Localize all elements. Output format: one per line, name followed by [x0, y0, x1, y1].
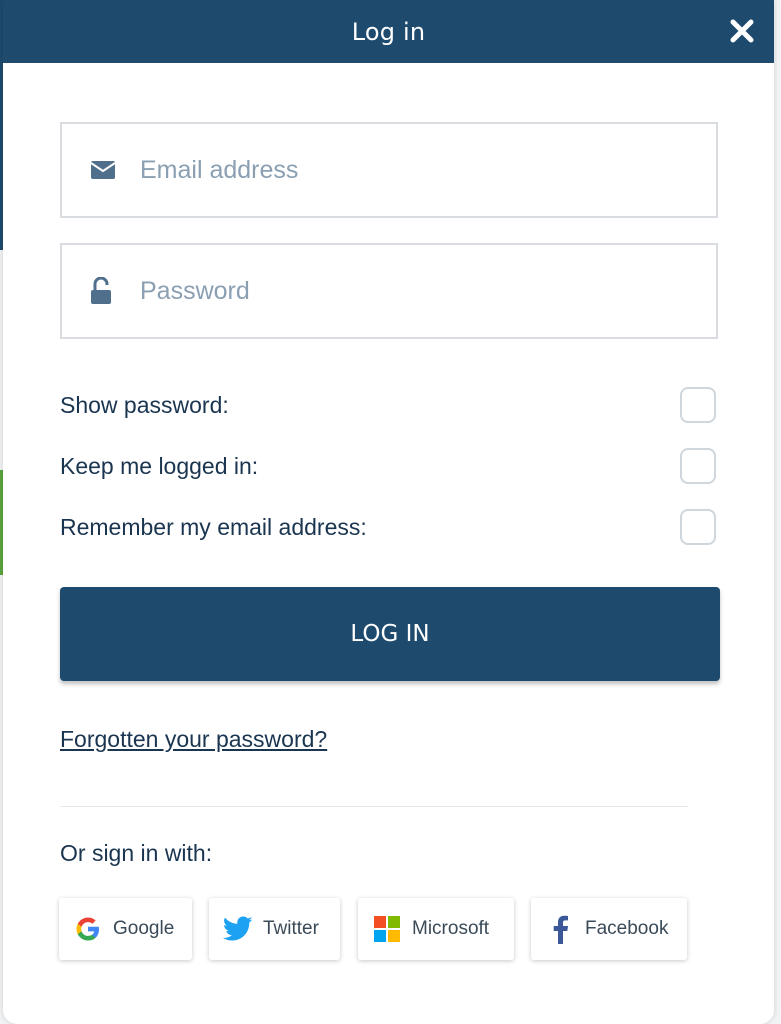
social-heading: Or sign in with:: [60, 840, 213, 866]
email-input[interactable]: [140, 124, 700, 216]
keep-logged-in-checkbox[interactable]: [680, 448, 716, 484]
google-icon: [73, 914, 103, 944]
remember-email-row: Remember my email address:: [60, 507, 718, 547]
remember-email-label: Remember my email address:: [60, 513, 367, 540]
google-label: Google: [113, 918, 175, 939]
show-password-row: Show password:: [60, 385, 718, 425]
password-field[interactable]: [60, 243, 718, 339]
twitter-icon: [223, 914, 253, 944]
twitter-label: Twitter: [263, 918, 319, 939]
envelope-icon: [90, 160, 116, 180]
divider: [60, 806, 688, 807]
modal-title: Log in: [351, 17, 426, 46]
google-signin-button[interactable]: Google: [59, 898, 192, 960]
facebook-signin-button[interactable]: Facebook: [531, 898, 687, 960]
keep-logged-in-label: Keep me logged in:: [60, 452, 259, 479]
login-button[interactable]: LOG IN: [60, 587, 720, 681]
close-icon[interactable]: [728, 17, 756, 45]
show-password-checkbox[interactable]: [680, 387, 716, 423]
microsoft-signin-button[interactable]: Microsoft: [358, 898, 514, 960]
keep-logged-in-row: Keep me logged in:: [60, 446, 718, 486]
modal-header: Log in: [3, 0, 774, 63]
remember-email-checkbox[interactable]: [680, 509, 716, 545]
unlocked-padlock-icon: [90, 277, 112, 305]
twitter-signin-button[interactable]: Twitter: [209, 898, 340, 960]
forgot-password-link[interactable]: Forgotten your password?: [60, 726, 327, 753]
facebook-label: Facebook: [585, 918, 669, 939]
facebook-icon: [545, 914, 575, 944]
show-password-label: Show password:: [60, 391, 229, 418]
microsoft-label: Microsoft: [412, 918, 490, 939]
login-modal: Log in Show password: Ke: [3, 0, 774, 1024]
microsoft-icon: [372, 914, 402, 944]
password-input[interactable]: [140, 245, 700, 337]
email-field[interactable]: [60, 122, 718, 218]
